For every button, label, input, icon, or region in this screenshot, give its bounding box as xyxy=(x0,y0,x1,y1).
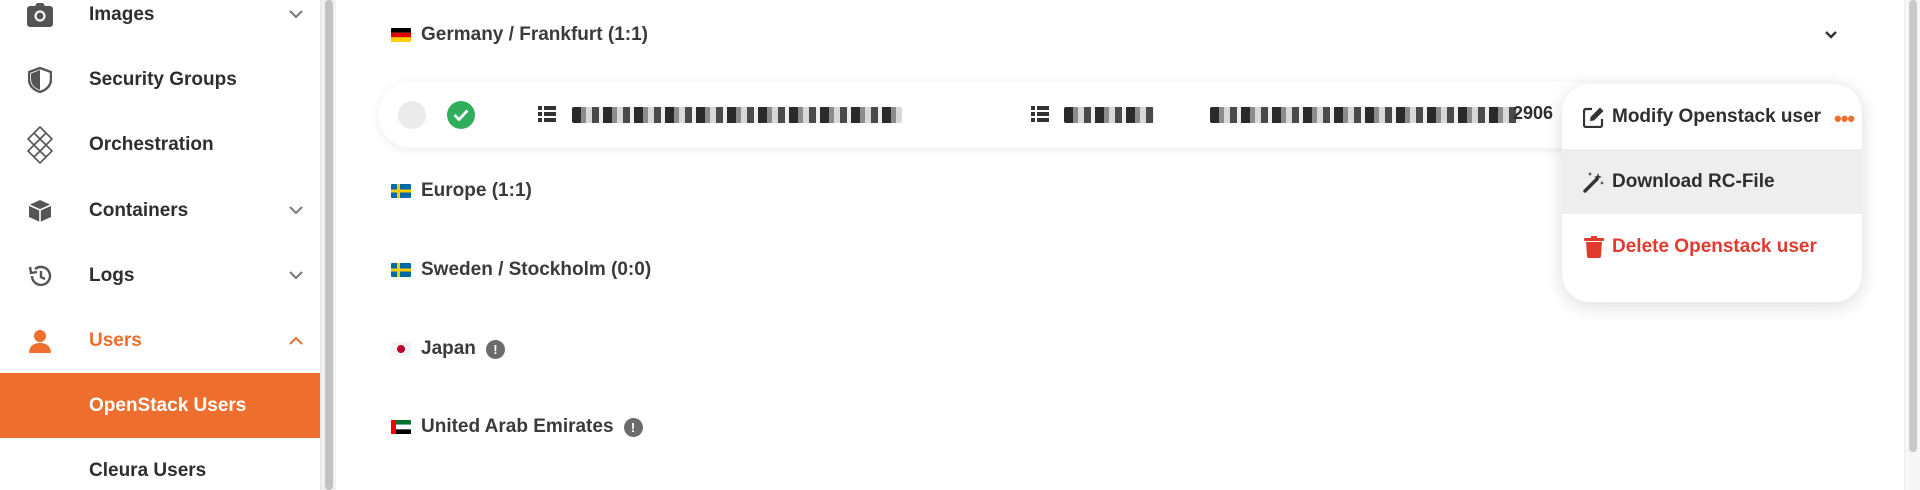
sidebar: Images Security Groups Orchestration Con… xyxy=(0,0,320,490)
region-japan[interactable]: Japan ! xyxy=(391,334,505,364)
redacted-project-name xyxy=(1064,107,1154,123)
download-rc-file-menu-item[interactable]: Download RC-File xyxy=(1562,149,1862,214)
sidebar-item-images[interactable]: Images xyxy=(0,0,320,47)
sidebar-subitem-openstack-users[interactable]: OpenStack Users xyxy=(0,373,320,438)
list-icon xyxy=(1031,106,1049,124)
japan-flag-icon xyxy=(391,342,411,356)
camera-icon xyxy=(26,1,54,29)
shield-icon xyxy=(26,66,54,94)
warning-icon[interactable]: ! xyxy=(623,417,643,437)
user-icon xyxy=(26,327,54,355)
sidebar-scrollbar[interactable] xyxy=(320,0,336,490)
trash-icon xyxy=(1582,235,1606,259)
sidebar-scrollbar-thumb[interactable] xyxy=(325,0,333,490)
sweden-flag-icon xyxy=(391,184,411,198)
chevron-down-icon[interactable] xyxy=(288,7,304,23)
sidebar-subitem-cleura-users[interactable]: Cleura Users xyxy=(0,438,320,490)
sidebar-item-label: Containers xyxy=(89,199,189,221)
region-germany-frankfurt[interactable]: Germany / Frankfurt (1:1) xyxy=(391,20,648,50)
chevron-down-icon[interactable] xyxy=(288,268,304,284)
box-icon xyxy=(26,197,54,225)
sidebar-item-label: Images xyxy=(89,3,155,25)
user-actions-menu: Modify Openstack user ••• Download RC-Fi… xyxy=(1562,84,1862,302)
delete-openstack-user-menu-item[interactable]: Delete Openstack user xyxy=(1562,214,1862,279)
redacted-user-name xyxy=(572,107,902,123)
orchestration-icon xyxy=(26,125,54,164)
sidebar-item-orchestration[interactable]: Orchestration xyxy=(0,112,320,177)
sidebar-item-security-groups[interactable]: Security Groups xyxy=(0,47,320,112)
menu-item-label: Download RC-File xyxy=(1612,170,1775,192)
region-united-arab-emirates[interactable]: United Arab Emirates ! xyxy=(391,412,643,442)
status-active-icon xyxy=(447,101,475,129)
sidebar-subitem-label: Cleura Users xyxy=(89,459,207,481)
sidebar-item-label: Security Groups xyxy=(89,68,237,90)
uae-flag-icon xyxy=(391,420,411,434)
redacted-user-id xyxy=(1210,107,1520,123)
more-options-icon[interactable]: ••• xyxy=(1834,106,1855,132)
magic-wand-icon xyxy=(1582,170,1606,194)
main-scrollbar-thumb[interactable] xyxy=(1909,0,1917,452)
chevron-down-icon[interactable] xyxy=(1822,26,1840,44)
warning-icon[interactable]: ! xyxy=(485,339,505,359)
region-name: Europe (1:1) xyxy=(421,180,532,201)
menu-item-label: Modify Openstack user xyxy=(1612,105,1822,127)
edit-icon xyxy=(1582,105,1606,129)
list-icon xyxy=(538,106,556,124)
sidebar-item-label: Orchestration xyxy=(89,133,214,155)
history-icon xyxy=(26,262,54,290)
germany-flag-icon xyxy=(391,28,411,42)
sidebar-item-logs[interactable]: Logs xyxy=(0,243,320,308)
chevron-down-icon[interactable] xyxy=(288,203,304,219)
sidebar-item-containers[interactable]: Containers xyxy=(0,178,320,243)
sweden-flag-icon xyxy=(391,263,411,277)
main-scrollbar[interactable] xyxy=(1904,0,1920,490)
sidebar-item-label: Users xyxy=(89,329,142,351)
row-select-radio[interactable] xyxy=(398,101,426,129)
region-name: United Arab Emirates xyxy=(421,416,614,437)
modify-openstack-user-menu-item[interactable]: Modify Openstack user ••• xyxy=(1562,84,1862,149)
sidebar-item-label: Logs xyxy=(89,264,135,286)
region-sweden-stockholm[interactable]: Sweden / Stockholm (0:0) xyxy=(391,255,651,285)
user-id-suffix: 2906 xyxy=(1513,103,1554,123)
sidebar-item-users[interactable]: Users xyxy=(0,308,320,373)
sidebar-subitem-label: OpenStack Users xyxy=(89,394,247,416)
region-europe[interactable]: Europe (1:1) xyxy=(391,176,532,206)
region-name: Germany / Frankfurt (1:1) xyxy=(421,24,648,45)
chevron-up-icon[interactable] xyxy=(288,333,304,349)
menu-item-label: Delete Openstack user xyxy=(1612,235,1817,257)
region-name: Japan xyxy=(421,338,476,359)
region-name: Sweden / Stockholm (0:0) xyxy=(421,259,652,280)
